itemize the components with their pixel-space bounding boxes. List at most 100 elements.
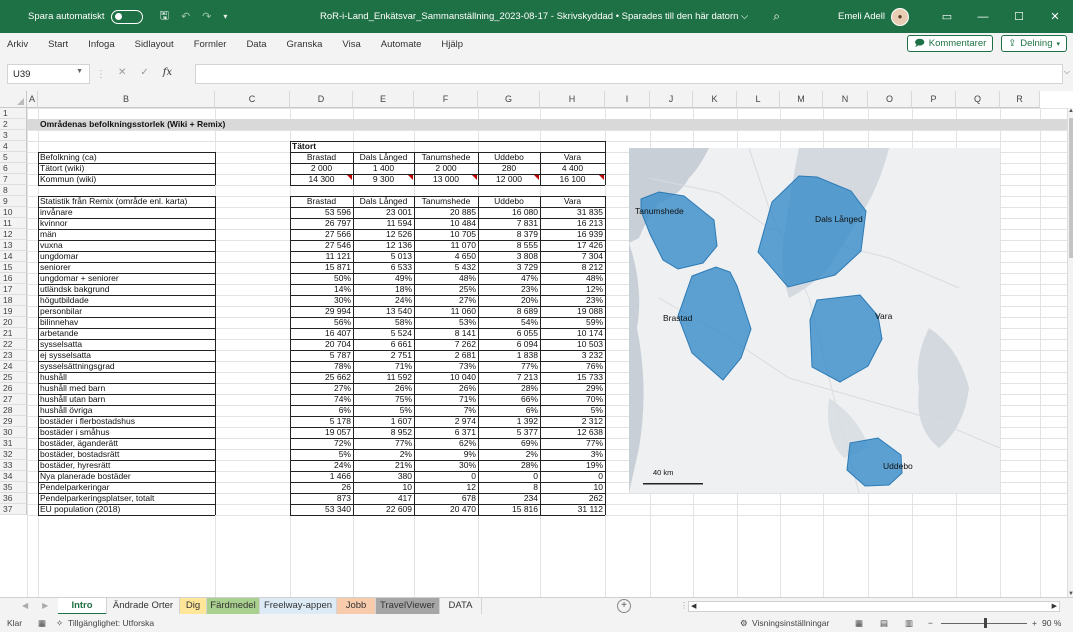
row-header[interactable]: 1 (0, 108, 27, 119)
value-cell[interactable]: 4 400 (540, 163, 605, 174)
value-cell[interactable]: 12 000 (478, 174, 540, 185)
display-settings[interactable]: Visningsinställningar (752, 618, 829, 628)
column-header[interactable]: A (27, 91, 38, 108)
value-cell[interactable]: 8 555 (478, 240, 540, 251)
minimize-icon[interactable]: — (965, 11, 1001, 23)
scroll-right-icon[interactable]: ▶ (1052, 602, 1057, 610)
value-cell[interactable]: 23% (540, 295, 605, 306)
menu-data[interactable]: Data (246, 39, 266, 50)
value-cell[interactable]: 22 609 (353, 504, 414, 515)
value-cell[interactable]: 873 (290, 493, 353, 504)
value-cell[interactable]: 5 377 (478, 427, 540, 438)
area-name-header[interactable]: Brastad (290, 152, 353, 163)
add-sheet-button[interactable]: + (617, 599, 631, 613)
row-header[interactable]: 3 (0, 130, 27, 141)
value-cell[interactable]: 10 503 (540, 339, 605, 350)
value-cell[interactable]: 417 (353, 493, 414, 504)
value-cell[interactable]: 12% (540, 284, 605, 295)
value-cell[interactable]: 0 (414, 471, 478, 482)
value-cell[interactable]: 48% (540, 273, 605, 284)
row-label[interactable]: sysselsättningsgrad (38, 361, 215, 372)
value-cell[interactable]: 62% (414, 438, 478, 449)
zoom-slider-thumb[interactable] (984, 618, 987, 628)
menu-sidlayout[interactable]: Sidlayout (135, 39, 174, 50)
value-cell[interactable]: 3 232 (540, 350, 605, 361)
value-cell[interactable]: 10 484 (414, 218, 478, 229)
value-cell[interactable]: 1 838 (478, 350, 540, 361)
value-cell[interactable]: 9 300 (353, 174, 414, 185)
value-cell[interactable]: 10 (353, 482, 414, 493)
column-header[interactable]: Q (956, 91, 1000, 108)
expand-formula-icon[interactable]: ⌵ (1064, 67, 1070, 77)
value-cell[interactable]: 12 (414, 482, 478, 493)
value-cell[interactable]: 15 816 (478, 504, 540, 515)
worksheet-grid[interactable]: ABCDEFGHIJKLMNOPQR 1 2 3 4 5 6 7 8 9 10 11 12 13 14 15… (0, 91, 1073, 597)
page-break-view-icon[interactable]: ▥ (905, 618, 913, 629)
value-cell[interactable]: 2 312 (540, 416, 605, 427)
column-header[interactable]: E (353, 91, 414, 108)
row-label[interactable]: kvinnor (38, 218, 215, 229)
menu-start[interactable]: Start (48, 39, 68, 50)
value-cell[interactable]: 8 689 (478, 306, 540, 317)
value-cell[interactable]: 12 638 (540, 427, 605, 438)
value-cell[interactable]: 30% (290, 295, 353, 306)
value-cell[interactable]: 2 751 (353, 350, 414, 361)
value-cell[interactable]: 21% (353, 460, 414, 471)
value-cell[interactable]: 50% (290, 273, 353, 284)
row-header[interactable]: 10 (0, 207, 27, 218)
value-cell[interactable]: 74% (290, 394, 353, 405)
value-cell[interactable]: 26% (353, 383, 414, 394)
row-header[interactable]: 21 (0, 328, 27, 339)
column-header[interactable]: F (414, 91, 478, 108)
value-cell[interactable]: 13 540 (353, 306, 414, 317)
value-cell[interactable]: 27 546 (290, 240, 353, 251)
section-title[interactable]: Områdenas befolkningsstorlek (Wiki + Rem… (38, 119, 438, 130)
value-cell[interactable]: 23% (478, 284, 540, 295)
row-label[interactable]: ungdomar + seniorer (38, 273, 215, 284)
value-cell[interactable]: 678 (414, 493, 478, 504)
row-header[interactable]: 17 (0, 284, 27, 295)
row-header[interactable]: 7 (0, 174, 27, 185)
value-cell[interactable]: 280 (478, 163, 540, 174)
menu-hjalp[interactable]: Hjälp (441, 39, 463, 50)
sheet-tab-freelway-appen[interactable]: Freelway-appen (260, 598, 337, 615)
row-header[interactable]: 27 (0, 394, 27, 405)
row-header[interactable]: 20 (0, 317, 27, 328)
autosave-toggle[interactable] (110, 9, 143, 24)
value-cell[interactable]: 5 432 (414, 262, 478, 273)
row-header[interactable]: 18 (0, 295, 27, 306)
value-cell[interactable]: 70% (540, 394, 605, 405)
value-cell[interactable]: 66% (478, 394, 540, 405)
document-title[interactable]: RoR-i-Land_Enkätsvar_Sammanställning_202… (320, 0, 748, 33)
zoom-out-icon[interactable]: − (928, 618, 933, 628)
column-header[interactable]: P (912, 91, 956, 108)
value-cell[interactable]: 2 000 (414, 163, 478, 174)
value-cell[interactable]: 0 (540, 471, 605, 482)
row-header[interactable]: 14 (0, 251, 27, 262)
value-cell[interactable]: 31 112 (540, 504, 605, 515)
comment-indicator[interactable] (347, 175, 352, 180)
value-cell[interactable]: 16 407 (290, 328, 353, 339)
value-cell[interactable]: 31 835 (540, 207, 605, 218)
area-name-header[interactable]: Tanumshede (414, 152, 478, 163)
value-cell[interactable]: 77% (353, 438, 414, 449)
value-cell[interactable]: 11 594 (353, 218, 414, 229)
value-cell[interactable]: 19 057 (290, 427, 353, 438)
row-header[interactable]: 22 (0, 339, 27, 350)
row-header[interactable]: 11 (0, 218, 27, 229)
value-cell[interactable]: 71% (414, 394, 478, 405)
value-cell[interactable]: 3 808 (478, 251, 540, 262)
value-cell[interactable]: 77% (478, 361, 540, 372)
value-cell[interactable]: 5 787 (290, 350, 353, 361)
share-button[interactable]: ⇪ Delning ▾ (1001, 35, 1067, 52)
row-header[interactable]: 32 (0, 449, 27, 460)
row-header[interactable]: 19 (0, 306, 27, 317)
scrollbar-thumb[interactable] (1069, 118, 1073, 258)
value-cell[interactable]: 15 871 (290, 262, 353, 273)
row-label[interactable]: högutbildade (38, 295, 215, 306)
value-cell[interactable]: 48% (414, 273, 478, 284)
value-cell[interactable]: 2% (353, 449, 414, 460)
value-cell[interactable]: 262 (540, 493, 605, 504)
value-cell[interactable]: 5 013 (353, 251, 414, 262)
avatar[interactable]: ● (891, 7, 909, 26)
